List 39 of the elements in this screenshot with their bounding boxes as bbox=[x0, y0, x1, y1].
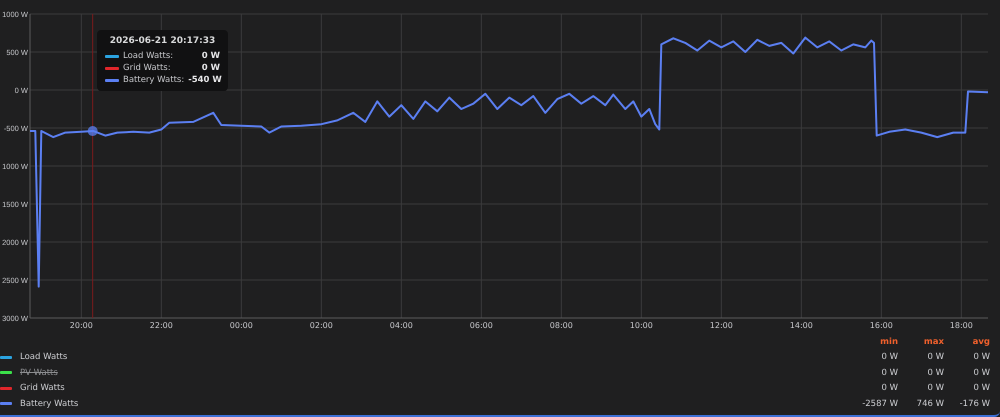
tooltip-series-value: 0 W bbox=[202, 51, 220, 61]
x-axis-label: 18:00 bbox=[950, 321, 973, 330]
x-axis-label: 12:00 bbox=[710, 321, 733, 330]
tooltip-series-name: Grid Watts: bbox=[123, 63, 172, 73]
legend-avg-value: -176 W bbox=[958, 398, 990, 409]
x-axis-label: 04:00 bbox=[390, 321, 413, 330]
tooltip-title: 2026-06-21 20:17:33 bbox=[108, 36, 216, 46]
legend-max-value: 0 W bbox=[926, 383, 944, 394]
legend-avg-value: 0 W bbox=[972, 383, 990, 394]
x-axis-label: 22:00 bbox=[150, 321, 173, 330]
hover-point-marker bbox=[88, 126, 98, 136]
legend-series-name[interactable]: Battery Watts bbox=[12, 398, 842, 409]
legend-min-value: 0 W bbox=[880, 383, 898, 394]
legend-column-header[interactable]: avg bbox=[944, 336, 990, 347]
legend-min-value: -2587 W bbox=[861, 398, 898, 409]
legend-avg-value: 0 W bbox=[972, 368, 990, 378]
x-axis-label: 08:00 bbox=[550, 321, 573, 330]
legend-series-name[interactable]: Load Watts bbox=[12, 352, 842, 362]
tooltip-series-value: 0 W bbox=[202, 63, 220, 73]
tooltip-series-name: Battery Watts: bbox=[123, 75, 184, 85]
x-axis-label: 02:00 bbox=[310, 321, 333, 330]
x-axis-label: 20:00 bbox=[70, 321, 93, 330]
legend-max-value: 746 W bbox=[916, 398, 944, 409]
x-axis-label: 14:00 bbox=[790, 321, 813, 330]
x-axis-label: 16:00 bbox=[870, 321, 893, 330]
legend-max-value: 0 W bbox=[926, 368, 944, 378]
tooltip-series-value: -540 W bbox=[188, 75, 222, 85]
legend-column-header[interactable]: max bbox=[898, 336, 944, 347]
x-axis-label: 00:00 bbox=[230, 321, 253, 330]
legend-column-header[interactable]: min bbox=[842, 336, 898, 347]
legend-series-name[interactable]: Grid Watts bbox=[12, 383, 842, 394]
legend-min-value: 0 W bbox=[880, 352, 898, 362]
legend-avg-value: 0 W bbox=[972, 352, 990, 362]
legend-series-name[interactable]: PV Watts bbox=[12, 368, 842, 378]
x-axis-label: 06:00 bbox=[470, 321, 493, 330]
tooltip-series-name: Load Watts: bbox=[123, 51, 174, 61]
x-axis-label: 10:00 bbox=[630, 321, 653, 330]
legend-max-value: 0 W bbox=[926, 352, 944, 362]
legend-min-value: 0 W bbox=[880, 368, 898, 378]
